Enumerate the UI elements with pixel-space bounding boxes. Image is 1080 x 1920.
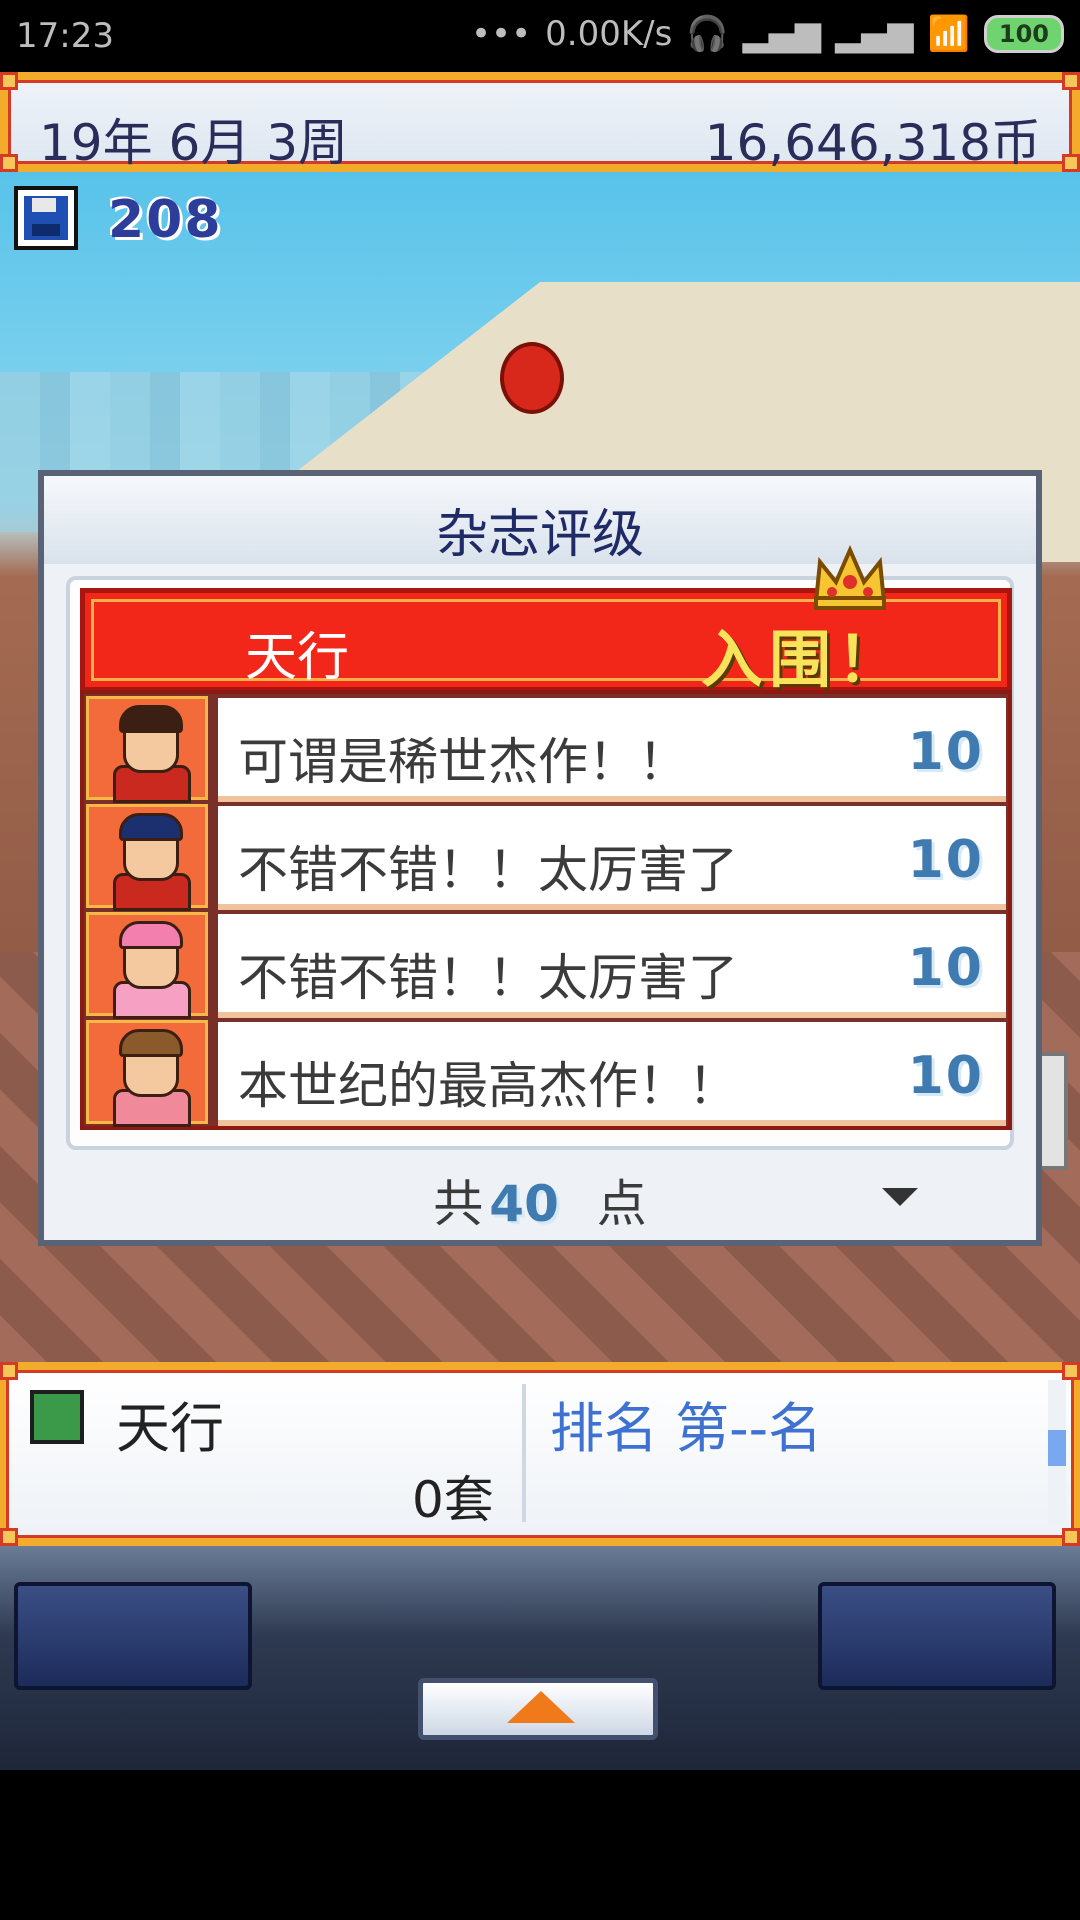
review-text-cell: 不错不错！！太厉害了 10 <box>218 806 1006 910</box>
frame-corner <box>1062 1362 1080 1380</box>
info-scrollbar[interactable] <box>1048 1380 1066 1526</box>
control-panel <box>0 1546 1080 1770</box>
total-suffix: 点 <box>596 1175 647 1233</box>
more-dots-icon: ••• <box>470 14 532 54</box>
game-date: 19年 6月 3周 <box>39 114 349 172</box>
expand-up-button[interactable] <box>418 1678 658 1740</box>
review-comment: 本世纪的最高杰作！！ <box>238 1057 738 1115</box>
review-comment: 不错不错！！太厉害了 <box>238 841 738 899</box>
review-score: 10 <box>907 938 984 998</box>
review-text-cell: 可谓是稀世杰作！！ 10 <box>218 698 1006 802</box>
frame-corner <box>0 154 18 172</box>
right-menu-button[interactable] <box>818 1582 1056 1690</box>
crown-icon <box>813 545 887 610</box>
frame-corner <box>0 72 18 90</box>
lantern-icon <box>500 342 564 414</box>
info-game-name: 天行 <box>116 1397 224 1460</box>
wifi-icon: 📶 <box>927 14 970 54</box>
reviewer-hair <box>119 705 183 733</box>
total-prefix: 共 <box>433 1175 484 1233</box>
magazine-rating-dialog[interactable]: 杂志评级 天行 入围！ 可谓是稀世杰作！！ 10 不错不错！！太厉害了 10 不… <box>38 470 1042 1246</box>
next-page-arrow-icon[interactable] <box>882 1188 918 1206</box>
floppy-label <box>32 198 56 212</box>
review-comment: 不错不错！！太厉害了 <box>238 949 738 1007</box>
status-icons: ••• 0.00K/s 🎧 ▂▄▆ ▂▄▆ 📶 100 <box>471 14 1064 54</box>
headphones-icon: 🎧 <box>686 14 729 54</box>
reviewer-hair <box>119 921 183 949</box>
scrollbar-thumb[interactable] <box>1048 1430 1066 1466</box>
reviewer-hair <box>119 1029 183 1057</box>
up-arrow-icon <box>507 1691 575 1723</box>
date-money-frame: 19年 6月 3周 16,646,318币 <box>8 80 1072 172</box>
game-cartridge-icon <box>30 1390 84 1444</box>
date-money-bar: 19年 6月 3周 16,646,318币 <box>0 72 1080 172</box>
reviewer-portrait <box>86 912 208 1019</box>
reviewer-portrait <box>86 1020 208 1127</box>
ranking-text: 排名 第--名 <box>550 1397 823 1460</box>
game-title: 天行 <box>245 628 350 688</box>
frame-corner <box>1062 1528 1080 1546</box>
nominated-tag: 入围！ <box>700 623 905 696</box>
money-amount: 16,646,318币 <box>704 114 1041 172</box>
review-text-cell: 不错不错！！太厉害了 10 <box>218 914 1006 1018</box>
frame-corner <box>0 1362 18 1380</box>
review-list: 可谓是稀世杰作！！ 10 不错不错！！太厉害了 10 不错不错！！太厉害了 10… <box>80 690 1012 1130</box>
review-row: 可谓是稀世杰作！！ 10 <box>84 694 1008 803</box>
frame-corner <box>1062 154 1080 172</box>
copies-sold: 0套 <box>412 1471 494 1529</box>
frame-corner <box>1062 72 1080 90</box>
battery-icon: 100 <box>983 15 1064 53</box>
total-points: 40 <box>489 1175 559 1233</box>
network-speed: 0.00K/s <box>545 14 673 54</box>
review-score: 10 <box>907 722 984 782</box>
review-row: 不错不错！！太厉害了 10 <box>84 802 1008 911</box>
signal-icon: ▂▄▆ <box>742 14 822 54</box>
reviewer-cap <box>119 813 183 841</box>
status-bar: 17:23 ••• 0.00K/s 🎧 ▂▄▆ ▂▄▆ 📶 100 <box>0 0 1080 72</box>
review-score: 10 <box>907 1046 984 1106</box>
floppy-disk-icon[interactable] <box>14 186 78 250</box>
save-count: 208 <box>108 190 223 250</box>
review-text-cell: 本世纪的最高杰作！！ 10 <box>218 1022 1006 1126</box>
reviewer-portrait <box>86 804 208 911</box>
left-menu-button[interactable] <box>14 1582 252 1690</box>
frame-corner <box>0 1528 18 1546</box>
floppy-slot <box>32 224 60 236</box>
review-score: 10 <box>907 830 984 890</box>
review-row: 不错不错！！太厉害了 10 <box>84 910 1008 1019</box>
signal-icon-2: ▂▄▆ <box>835 14 914 54</box>
review-row: 本世纪的最高杰作！！ 10 <box>84 1018 1008 1127</box>
reviewer-portrait <box>86 696 208 803</box>
info-divider <box>522 1384 526 1522</box>
game-info-bar: 天行 0套 排名 第--名 <box>0 1362 1080 1546</box>
status-time: 17:23 <box>16 16 114 56</box>
review-comment: 可谓是稀世杰作！！ <box>238 733 688 791</box>
